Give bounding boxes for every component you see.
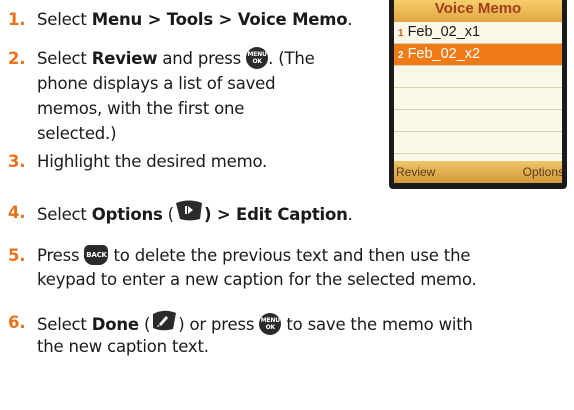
step-text: to delete the previous text and then use… — [108, 246, 471, 265]
step-number: 3. — [8, 152, 26, 171]
step-number: 6. — [8, 313, 26, 332]
memo-index: 2 — [398, 50, 404, 61]
review-label: Review — [91, 49, 158, 68]
left-softkey-icon — [150, 309, 178, 338]
step-text: Select — [37, 315, 92, 334]
menu-ok-top: MENU — [260, 316, 280, 324]
step-text: ) or press — [178, 315, 260, 334]
step-text: Press — [37, 246, 85, 265]
memo-item[interactable]: 1 Feb_02_x1 — [394, 22, 562, 44]
step-text: keypad to enter a new caption for the se… — [37, 270, 477, 289]
options-label: Options — [91, 205, 163, 224]
empty-row — [394, 110, 562, 132]
step-text: selected.) — [37, 124, 117, 143]
step-number: 5. — [8, 246, 26, 265]
step-text: memos, with the first one — [37, 99, 245, 118]
step-text: . — [347, 10, 353, 29]
menu-ok-bottom: OK — [252, 57, 262, 65]
softkey-review[interactable]: Review — [396, 161, 435, 183]
step-text: Highlight the desired memo. — [37, 152, 268, 171]
step-number: 4. — [8, 203, 26, 222]
done-label: Done — [91, 315, 139, 334]
step-text: Select — [37, 205, 92, 224]
step-text: Select — [37, 49, 92, 68]
step-text: to save the memo with — [281, 315, 473, 334]
phone-screen: Voice Memo 1 Feb_02_x1 2 Feb_02_x2 Review … — [394, 0, 562, 183]
empty-row — [394, 66, 562, 88]
back-key-icon: BACK — [84, 244, 109, 265]
menu-ok-key-icon: MENU OK — [246, 46, 269, 69]
step-text: ( — [138, 315, 151, 334]
step-text: . (The — [268, 49, 315, 68]
menu-ok-bottom: OK — [265, 323, 276, 331]
edit-caption-label: ) > Edit Caption — [203, 205, 348, 224]
softkey-bar: Review Options — [394, 161, 562, 183]
step-text: . — [347, 205, 353, 224]
memo-name: Feb_02_x1 — [407, 24, 481, 40]
memo-index: 1 — [398, 28, 404, 39]
step-text: phone displays a list of saved — [37, 74, 276, 93]
menu-ok-top: MENU — [247, 50, 267, 58]
memo-name: Feb_02_x2 — [407, 46, 481, 62]
step-text: Select — [37, 10, 92, 29]
step-number: 1. — [8, 10, 26, 29]
right-softkey-icon — [174, 199, 204, 228]
step-text: the new caption text. — [37, 337, 209, 356]
phone-frame: Voice Memo 1 Feb_02_x1 2 Feb_02_x2 Review … — [389, 0, 567, 189]
softkey-options[interactable]: Options — [523, 161, 562, 183]
phone-title: Voice Memo — [394, 0, 562, 22]
step-text: ( — [162, 205, 174, 224]
step-number: 2. — [8, 49, 26, 68]
step-text: and press — [157, 49, 247, 68]
empty-row — [394, 88, 562, 110]
empty-row — [394, 132, 562, 154]
menu-ok-key-icon: MENU OK — [259, 312, 282, 335]
menu-path: Menu > Tools > Voice Memo — [91, 10, 348, 29]
memo-item-selected[interactable]: 2 Feb_02_x2 — [394, 44, 562, 66]
